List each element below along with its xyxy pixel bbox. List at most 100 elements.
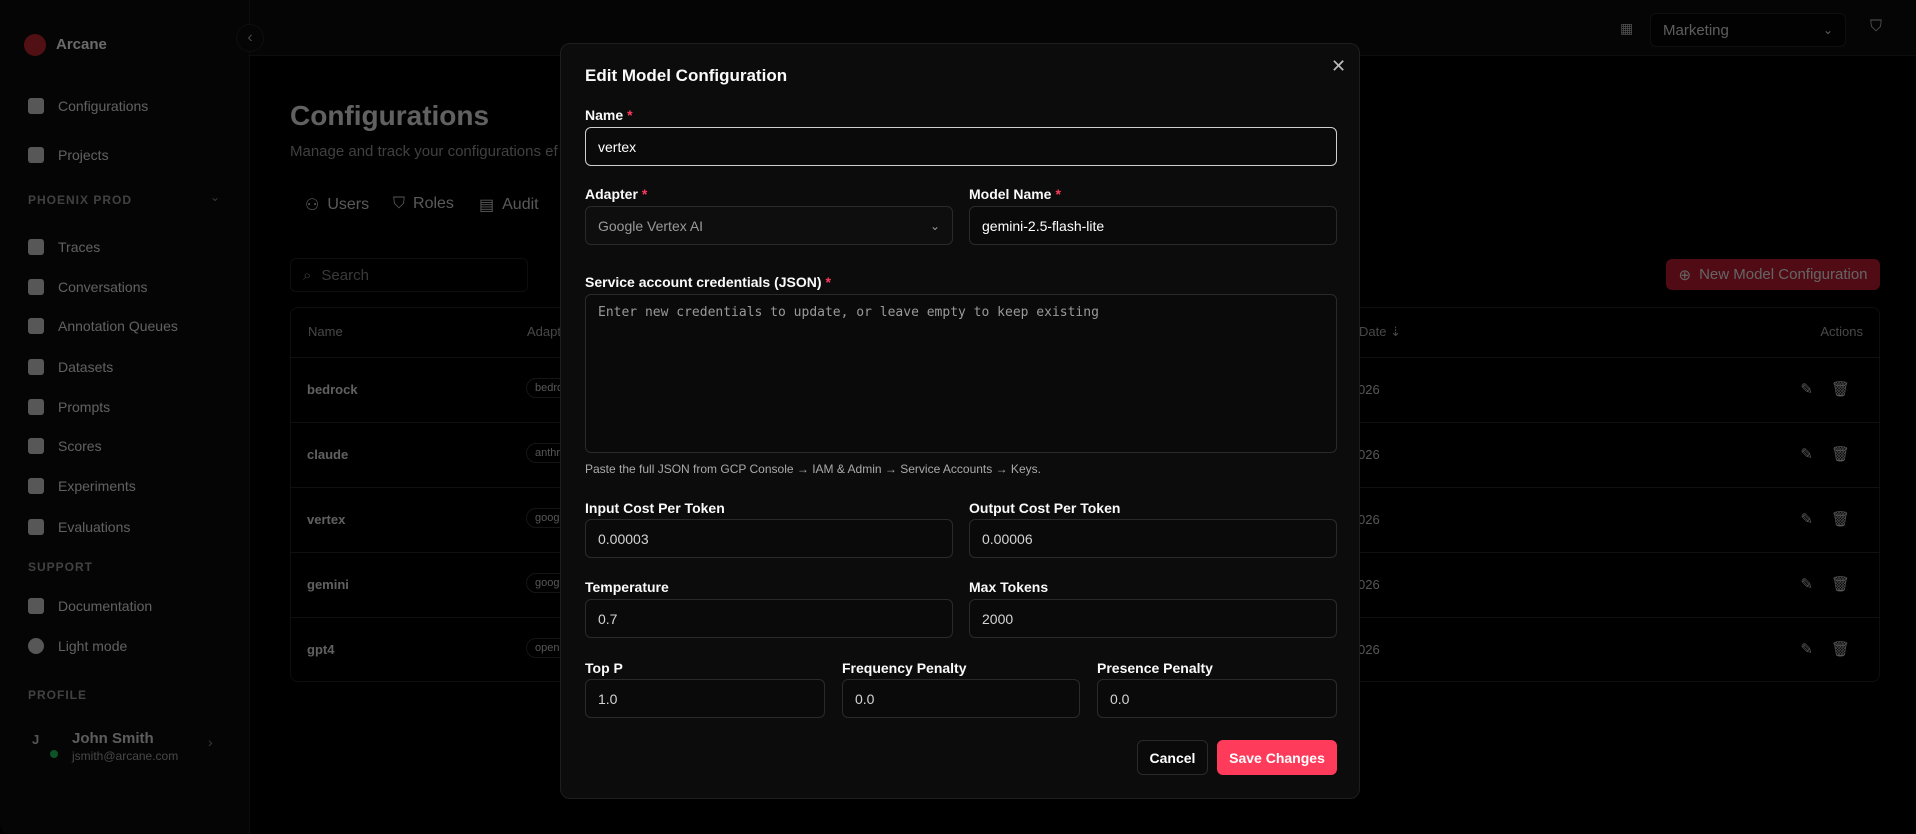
flask-icon: [28, 478, 44, 494]
search-placeholder: Search: [321, 266, 369, 284]
column-header-actions: Actions: [1820, 324, 1863, 339]
sidebar-item-evaluations[interactable]: Evaluations: [28, 515, 130, 539]
avatar: J: [32, 732, 40, 747]
presence-penalty-input[interactable]: 0.0: [1097, 679, 1337, 718]
bulb-icon: [28, 438, 44, 454]
chevron-down-icon[interactable]: ⌄: [210, 190, 220, 204]
plus-circle-icon: ⊕: [1678, 266, 1692, 284]
row-date: 026: [1358, 642, 1380, 657]
save-changes-button[interactable]: Save Changes: [1217, 740, 1337, 775]
trash-icon[interactable]: 🗑︎: [1831, 380, 1850, 398]
column-header-date[interactable]: Date ⇣: [1359, 324, 1401, 340]
sidebar-item-conversations[interactable]: Conversations: [28, 275, 148, 299]
dialog-title: Edit Model Configuration: [585, 66, 788, 85]
row-name: gpt4: [307, 642, 335, 657]
sidebar-item-light-mode[interactable]: Light mode: [28, 634, 127, 658]
frequency-penalty-input[interactable]: 0.0: [842, 679, 1080, 718]
name-input[interactable]: vertex: [585, 127, 1337, 166]
edit-model-configuration-dialog: Edit Model Configuration ✕ Name * vertex …: [560, 43, 1360, 799]
calendar-edit-icon: [28, 318, 44, 334]
sidebar-item-label: Light mode: [58, 638, 128, 654]
trash-icon[interactable]: 🗑︎: [1831, 445, 1850, 463]
top-p-input[interactable]: 1.0: [585, 679, 825, 718]
adapter-value: Google Vertex AI: [598, 217, 704, 234]
credentials-label: Service account credentials (JSON) *: [585, 274, 831, 290]
collapse-sidebar-button[interactable]: ‹: [236, 24, 264, 52]
row-name: gemini: [307, 577, 349, 592]
max-tokens-input[interactable]: 2000: [969, 599, 1337, 638]
sidebar-item-prompts[interactable]: Prompts: [28, 395, 110, 419]
new-model-configuration-button[interactable]: ⊕ New Model Configuration: [1666, 259, 1880, 290]
folder-icon: [28, 147, 44, 163]
credentials-textarea[interactable]: Enter new credentials to update, or leav…: [585, 294, 1337, 453]
chevron-right-icon: ›: [208, 734, 213, 750]
temperature-label: Temperature: [585, 579, 669, 595]
tab-label: Roles: [413, 195, 454, 212]
presence-penalty-label: Presence Penalty: [1097, 660, 1213, 676]
tab-label: Users: [327, 196, 370, 213]
sidebar-item-label: Evaluations: [58, 519, 131, 535]
sidebar-item-label: Prompts: [58, 399, 111, 415]
adapter-select[interactable]: Google Vertex AI ⌄: [585, 206, 953, 245]
credentials-help-text: Paste the full JSON from GCP Console → I…: [585, 462, 1041, 476]
profile-card[interactable]: J John Smith jsmith@arcane.com ›: [28, 720, 228, 766]
edit-icon[interactable]: ✎: [1800, 380, 1813, 398]
tab-users[interactable]: ⚇ Users: [305, 195, 369, 215]
button-label: New Model Configuration: [1699, 266, 1868, 283]
org-select-value: Marketing: [1663, 21, 1729, 39]
cancel-button[interactable]: Cancel: [1137, 740, 1208, 775]
search-input[interactable]: ⌕ Search: [290, 258, 528, 292]
trash-icon[interactable]: 🗑︎: [1831, 510, 1850, 528]
sun-icon: [28, 638, 44, 654]
output-cost-input[interactable]: 0.00006: [969, 519, 1337, 558]
org-select[interactable]: Marketing ⌄: [1650, 13, 1846, 47]
section-support: SUPPORT: [28, 560, 94, 574]
app-name: Arcane: [56, 36, 107, 53]
sidebar-item-label: Conversations: [58, 279, 148, 295]
search-icon: ⌕: [303, 266, 312, 284]
edit-icon[interactable]: ✎: [1800, 510, 1813, 528]
sidebar-item-label: Projects: [58, 147, 109, 163]
sidebar-item-experiments[interactable]: Experiments: [28, 474, 136, 498]
sidebar-item-annotation-queues[interactable]: Annotation Queues: [28, 314, 178, 338]
tab-audit[interactable]: ▤ Audit: [479, 195, 539, 215]
input-cost-input[interactable]: 0.00003: [585, 519, 953, 558]
row-name: vertex: [307, 512, 346, 527]
row-date: 026: [1358, 577, 1380, 592]
column-header-name: Name: [308, 324, 343, 339]
sidebar-item-label: Annotation Queues: [58, 318, 178, 334]
sidebar-item-datasets[interactable]: Datasets: [28, 355, 113, 379]
sort-icon: ⇣: [1390, 324, 1401, 339]
close-icon[interactable]: ✕: [1331, 56, 1346, 77]
row-name: claude: [307, 447, 349, 462]
sidebar-item-traces[interactable]: Traces: [28, 235, 100, 259]
building-icon: ▦: [1620, 20, 1634, 36]
trash-icon[interactable]: 🗑︎: [1831, 640, 1850, 658]
sidebar-item-label: Experiments: [58, 478, 136, 494]
arcane-logo-icon: [24, 34, 46, 56]
edit-icon[interactable]: ✎: [1800, 575, 1813, 593]
gear-icon: [28, 98, 44, 114]
name-label: Name *: [585, 107, 633, 123]
model-name-input[interactable]: gemini-2.5-flash-lite: [969, 206, 1337, 245]
temperature-input[interactable]: 0.7: [585, 599, 953, 638]
chevron-down-icon: ⌄: [1822, 23, 1833, 37]
trash-icon[interactable]: 🗑︎: [1831, 575, 1850, 593]
document-icon: ▤: [479, 197, 495, 214]
sidebar-item-scores[interactable]: Scores: [28, 434, 102, 458]
shield-icon[interactable]: ⛉: [1870, 18, 1882, 36]
profile-email: jsmith@arcane.com: [72, 749, 179, 763]
frequency-penalty-label: Frequency Penalty: [842, 660, 967, 676]
edit-icon[interactable]: ✎: [1800, 445, 1813, 463]
model-name-label: Model Name *: [969, 186, 1061, 202]
edit-icon[interactable]: ✎: [1800, 640, 1813, 658]
sidebar-item-documentation[interactable]: Documentation: [28, 594, 152, 618]
sidebar-item-configurations[interactable]: Configurations: [28, 94, 148, 118]
tab-roles[interactable]: ⛉ Roles: [393, 195, 454, 213]
column-header-adapter: Adapt: [527, 324, 561, 339]
section-profile: PROFILE: [28, 688, 88, 702]
section-phoenix-prod[interactable]: PHOENIX PROD: [28, 193, 132, 207]
row-date: 026: [1358, 447, 1380, 462]
sidebar-item-projects[interactable]: Projects: [28, 143, 109, 167]
sidebar: Arcane Configurations Projects PHOENIX P…: [0, 0, 250, 834]
